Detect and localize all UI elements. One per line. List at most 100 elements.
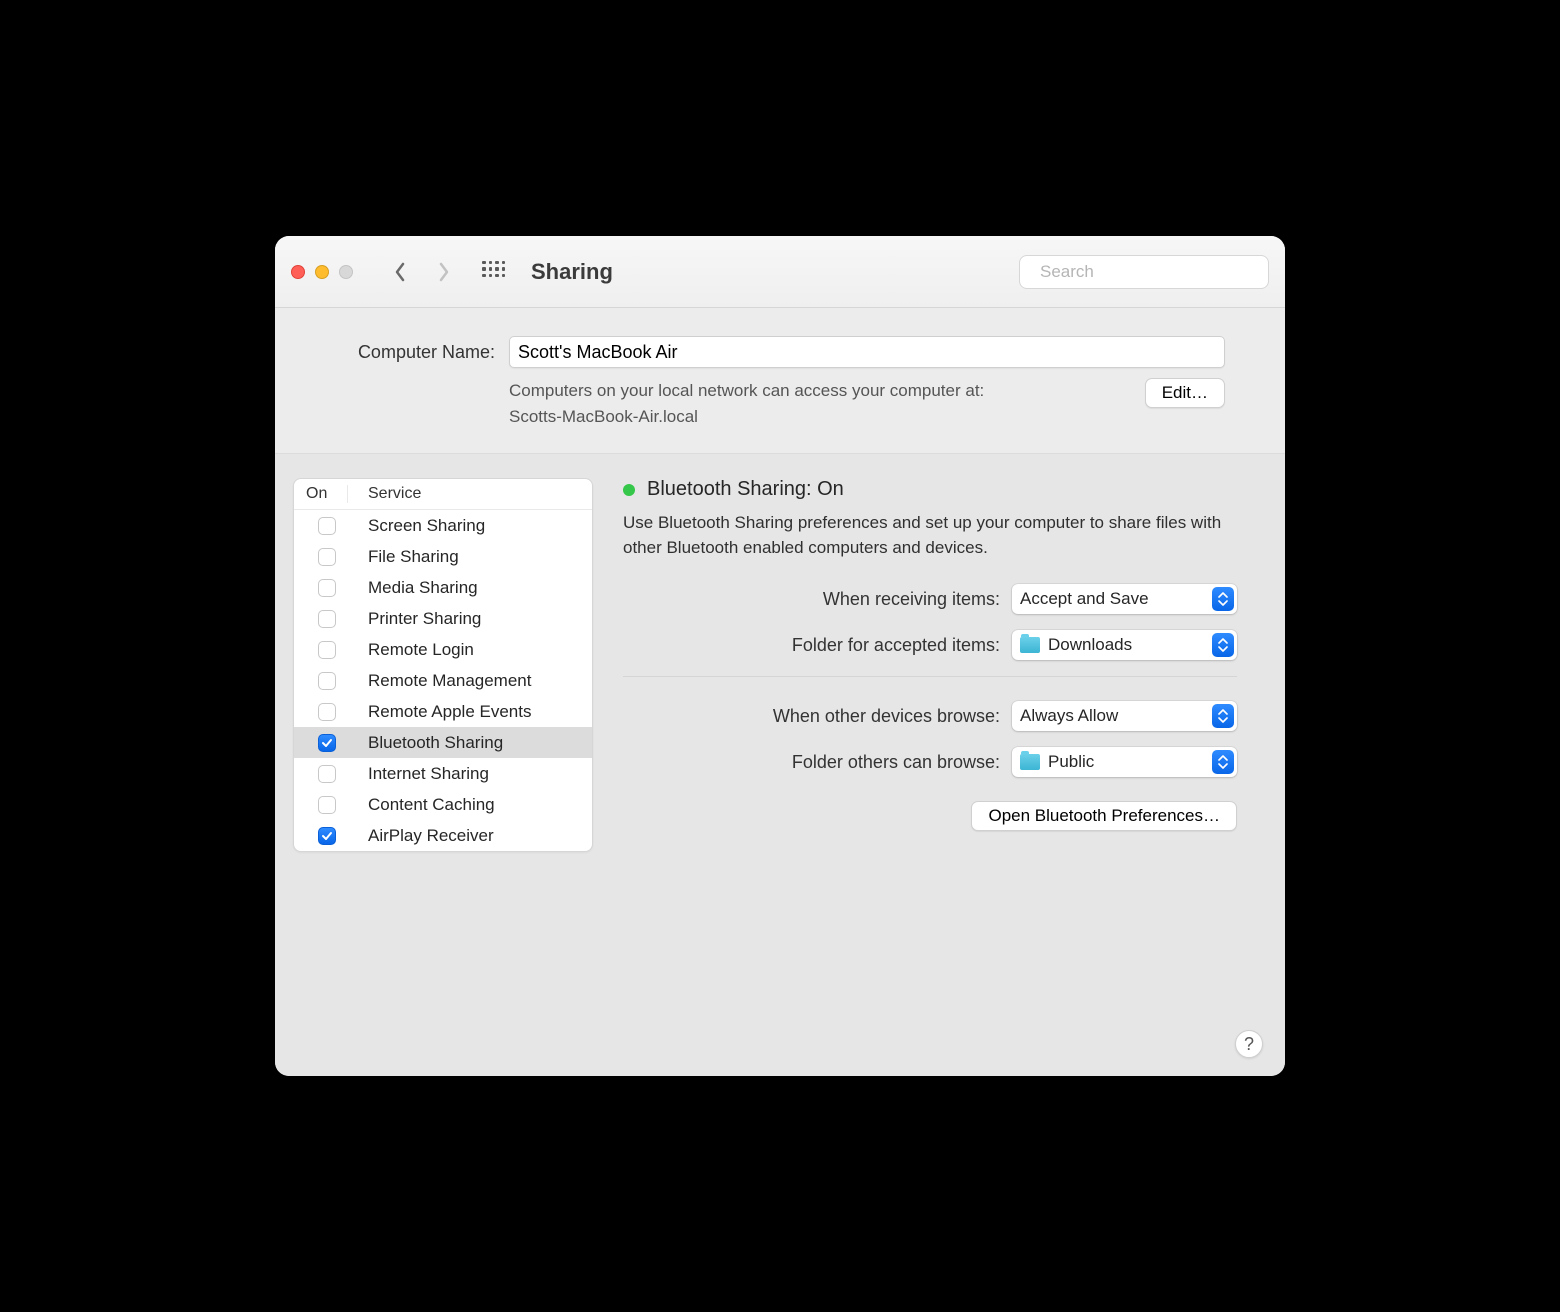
- checkbox-cell: [306, 517, 348, 535]
- service-label: AirPlay Receiver: [368, 826, 494, 846]
- popup-arrows-icon: [1212, 750, 1234, 774]
- accepted-folder-popup[interactable]: Downloads: [1012, 630, 1237, 660]
- service-rows: Screen Sharing File Sharing Media Sharing P…: [294, 510, 592, 851]
- service-row[interactable]: Content Caching: [294, 789, 592, 820]
- detail-description: Use Bluetooth Sharing preferences and se…: [623, 511, 1237, 560]
- checkbox-cell: [306, 610, 348, 628]
- status-row: Bluetooth Sharing: On: [623, 478, 1237, 501]
- service-list: On Service Screen Sharing File Sharing Med…: [293, 478, 593, 852]
- back-button[interactable]: [383, 257, 417, 287]
- checkbox-cell: [306, 641, 348, 659]
- checkbox-cell: [306, 703, 348, 721]
- divider: [623, 676, 1237, 677]
- service-label: Remote Login: [368, 640, 474, 660]
- check-icon: [321, 737, 333, 749]
- service-row[interactable]: Screen Sharing: [294, 510, 592, 541]
- computer-name-label: Computer Name:: [335, 342, 495, 363]
- pane-title: Sharing: [531, 259, 613, 285]
- service-label: Internet Sharing: [368, 764, 489, 784]
- checkbox-cell: [306, 579, 348, 597]
- service-checkbox[interactable]: [318, 765, 336, 783]
- browse-folder-popup[interactable]: Public: [1012, 747, 1237, 777]
- service-checkbox[interactable]: [318, 610, 336, 628]
- service-row[interactable]: AirPlay Receiver: [294, 820, 592, 851]
- minimize-icon[interactable]: [315, 265, 329, 279]
- accepted-folder-value: Downloads: [1048, 635, 1132, 655]
- service-checkbox[interactable]: [318, 548, 336, 566]
- service-label: Screen Sharing: [368, 516, 485, 536]
- browse-folder-label: Folder others can browse:: [623, 752, 1000, 773]
- search-input[interactable]: [1038, 261, 1263, 283]
- checkbox-cell: [306, 672, 348, 690]
- receiving-value: Accept and Save: [1020, 589, 1149, 609]
- service-label: Content Caching: [368, 795, 495, 815]
- service-row[interactable]: Printer Sharing: [294, 603, 592, 634]
- popup-arrows-icon: [1212, 704, 1234, 728]
- popup-arrows-icon: [1212, 587, 1234, 611]
- service-checkbox[interactable]: [318, 579, 336, 597]
- column-on-header: On: [306, 485, 348, 503]
- status-title: Bluetooth Sharing: On: [647, 478, 844, 501]
- service-row[interactable]: Remote Apple Events: [294, 696, 592, 727]
- show-all-button[interactable]: [479, 258, 507, 286]
- open-bluetooth-preferences-button[interactable]: Open Bluetooth Preferences…: [971, 801, 1237, 831]
- forward-button: [427, 257, 461, 287]
- service-label: Bluetooth Sharing: [368, 733, 503, 753]
- computer-name-section: Computer Name: Computers on your local n…: [275, 308, 1285, 454]
- service-label: Remote Management: [368, 671, 531, 691]
- service-row[interactable]: Internet Sharing: [294, 758, 592, 789]
- service-row[interactable]: Bluetooth Sharing: [294, 727, 592, 758]
- chevron-right-icon: [437, 262, 451, 282]
- edit-button[interactable]: Edit…: [1145, 378, 1225, 408]
- service-label: Remote Apple Events: [368, 702, 531, 722]
- service-checkbox[interactable]: [318, 734, 336, 752]
- service-label: Printer Sharing: [368, 609, 481, 629]
- prefs-window: Sharing Computer Name: Computers on your…: [275, 236, 1285, 1076]
- titlebar: Sharing: [275, 236, 1285, 308]
- browse-value: Always Allow: [1020, 706, 1118, 726]
- checkbox-cell: [306, 765, 348, 783]
- checkbox-cell: [306, 796, 348, 814]
- window-controls: [291, 265, 353, 279]
- service-checkbox[interactable]: [318, 796, 336, 814]
- folder-icon: [1020, 754, 1040, 770]
- service-label: Media Sharing: [368, 578, 478, 598]
- service-row[interactable]: Media Sharing: [294, 572, 592, 603]
- column-service-header: Service: [368, 485, 421, 503]
- checkbox-cell: [306, 548, 348, 566]
- checkbox-cell: [306, 734, 348, 752]
- zoom-icon: [339, 265, 353, 279]
- service-row[interactable]: Remote Login: [294, 634, 592, 665]
- search-field[interactable]: [1019, 255, 1269, 289]
- receiving-label: When receiving items:: [623, 589, 1000, 610]
- computer-name-description: Computers on your local network can acce…: [509, 378, 1131, 429]
- computer-name-input[interactable]: [509, 336, 1225, 368]
- folder-icon: [1020, 637, 1040, 653]
- browse-label: When other devices browse:: [623, 706, 1000, 727]
- close-icon[interactable]: [291, 265, 305, 279]
- service-checkbox[interactable]: [318, 703, 336, 721]
- help-button[interactable]: ?: [1235, 1030, 1263, 1058]
- detail-panel: Bluetooth Sharing: On Use Bluetooth Shar…: [623, 478, 1267, 831]
- chevron-left-icon: [393, 262, 407, 282]
- check-icon: [321, 830, 333, 842]
- accepted-folder-label: Folder for accepted items:: [623, 635, 1000, 656]
- receiving-popup[interactable]: Accept and Save: [1012, 584, 1237, 614]
- browse-folder-value: Public: [1048, 752, 1094, 772]
- status-indicator-icon: [623, 484, 635, 496]
- computer-name-desc-line2: Scotts-MacBook-Air.local: [509, 407, 698, 426]
- browse-popup[interactable]: Always Allow: [1012, 701, 1237, 731]
- service-row[interactable]: File Sharing: [294, 541, 592, 572]
- computer-name-desc-line1: Computers on your local network can acce…: [509, 381, 984, 400]
- checkbox-cell: [306, 827, 348, 845]
- service-checkbox[interactable]: [318, 641, 336, 659]
- service-row[interactable]: Remote Management: [294, 665, 592, 696]
- grid-icon: [482, 261, 504, 283]
- service-label: File Sharing: [368, 547, 459, 567]
- service-checkbox[interactable]: [318, 517, 336, 535]
- service-checkbox[interactable]: [318, 827, 336, 845]
- popup-arrows-icon: [1212, 633, 1234, 657]
- service-checkbox[interactable]: [318, 672, 336, 690]
- service-list-header: On Service: [294, 479, 592, 510]
- main-body: On Service Screen Sharing File Sharing Med…: [275, 454, 1285, 1076]
